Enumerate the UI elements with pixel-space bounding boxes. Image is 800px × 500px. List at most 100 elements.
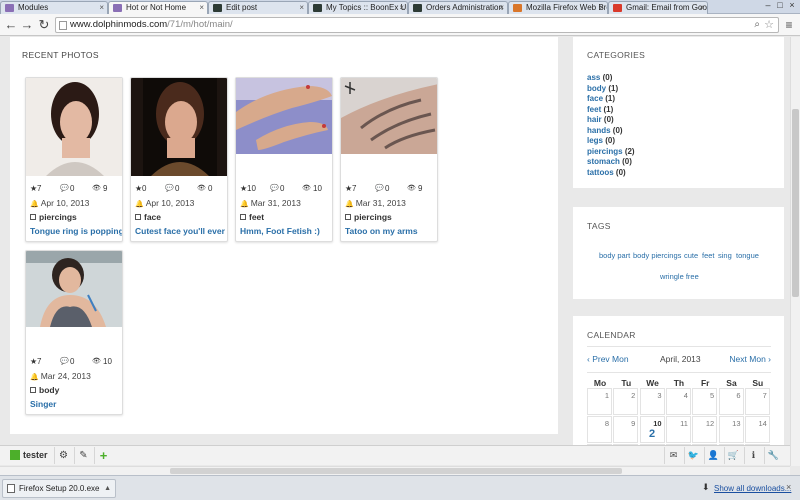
tab-close-icon[interactable]: ×	[499, 2, 504, 14]
tab-close-icon[interactable]: ×	[699, 2, 704, 14]
tag-link[interactable]: wringle free	[660, 272, 699, 281]
category-link[interactable]: hair (0)	[587, 115, 614, 124]
show-all-downloads-link[interactable]: Show all downloads...	[714, 484, 791, 493]
photo-title-link[interactable]: Singer	[30, 399, 122, 409]
settings-icon[interactable]: ⚙	[54, 447, 72, 464]
weekday-header: Fr	[700, 378, 710, 388]
reload-icon[interactable]: ↻	[36, 17, 52, 33]
category-link[interactable]: body (1)	[587, 84, 618, 93]
wrench-icon[interactable]: 🔧	[764, 447, 782, 464]
cart-icon[interactable]: 🛒	[724, 447, 742, 464]
browser-tab[interactable]: Gmail: Email from Goog ×	[608, 1, 708, 14]
calendar-day[interactable]: 11	[665, 416, 691, 443]
calendar-day[interactable]: 7	[744, 388, 770, 415]
comment-count: 0	[70, 184, 75, 193]
photo-thumbnail[interactable]	[341, 78, 437, 154]
bookmark-star-icon[interactable]: ☆	[764, 18, 774, 32]
calendar-day[interactable]: 4	[665, 388, 691, 415]
scrollbar-thumb[interactable]	[792, 109, 799, 297]
tab-close-icon[interactable]: ×	[99, 2, 104, 14]
photo-thumbnail[interactable]	[26, 251, 122, 327]
user-menu[interactable]: tester	[10, 450, 48, 460]
close-download-bar-icon[interactable]: ×	[786, 482, 791, 492]
twitter-icon[interactable]: 🐦	[684, 447, 702, 464]
user-icon[interactable]: 👤	[704, 447, 722, 464]
category-link[interactable]: hands (0)	[587, 126, 623, 135]
tag-link[interactable]: feet	[702, 251, 715, 260]
minimize-icon[interactable]: –	[762, 0, 774, 10]
add-icon[interactable]: +	[94, 447, 112, 464]
download-item[interactable]: Firefox Setup 20.0.exe ▲	[2, 479, 116, 498]
scrollbar-thumb[interactable]	[170, 468, 622, 474]
categories-panel: CATEGORIES ass (0) body (1) face (1) feet (…	[573, 37, 784, 188]
tag-link[interactable]: cute	[684, 251, 698, 260]
category-link[interactable]: legs (0)	[587, 136, 615, 145]
tab-close-icon[interactable]: ×	[399, 2, 404, 14]
photo-category[interactable]: piercings	[345, 212, 392, 222]
calendar-day[interactable]: 3	[639, 388, 665, 415]
calendar-day[interactable]: 1	[587, 388, 612, 415]
photo-thumbnail[interactable]	[236, 78, 332, 154]
photo-category[interactable]: face	[135, 212, 161, 222]
calendar-day[interactable]: 10 2	[639, 416, 665, 443]
vertical-scrollbar[interactable]	[790, 37, 800, 466]
caret-up-icon[interactable]: ▲	[104, 480, 111, 497]
category-link[interactable]: ass (0)	[587, 73, 612, 82]
photo-title-link[interactable]: Tatoo on my arms	[345, 226, 437, 236]
photo-category[interactable]: body	[30, 385, 59, 395]
category-name: legs	[587, 136, 604, 145]
photo-thumbnail[interactable]	[131, 78, 227, 176]
tab-favicon-icon	[613, 4, 622, 12]
window-close-icon[interactable]: ×	[786, 0, 798, 10]
tab-close-icon[interactable]: ×	[299, 2, 304, 14]
browser-tab[interactable]: Mozilla Firefox Web Bro ×	[508, 1, 608, 14]
tab-favicon-icon	[5, 4, 14, 12]
calendar-day[interactable]: 13	[718, 416, 744, 443]
info-icon[interactable]: ℹ	[744, 447, 762, 464]
back-icon[interactable]: ←	[3, 17, 19, 33]
browser-tab[interactable]: Orders Administration ×	[408, 1, 508, 14]
category-link[interactable]: piercings (2)	[587, 147, 635, 156]
event-count[interactable]: 2	[641, 428, 664, 440]
day-number: 6	[736, 391, 741, 400]
tag-link[interactable]: body part	[599, 251, 630, 260]
tag-link[interactable]: tongue	[736, 251, 759, 260]
address-bar[interactable]: www.dolphinmods.com/71/m/hot/main/ ⌕ ☆	[55, 17, 779, 33]
next-month-link[interactable]: Next Mon ›	[729, 354, 771, 364]
forward-icon[interactable]: →	[19, 17, 35, 33]
photo-category[interactable]: piercings	[30, 212, 77, 222]
tab-close-icon[interactable]: ×	[599, 2, 604, 14]
category-link[interactable]: tattoos (0)	[587, 168, 626, 177]
browser-tab[interactable]: My Topics :: BoonEx Uni ×	[308, 1, 408, 14]
category-label: face	[144, 212, 162, 222]
calendar-day[interactable]: 14	[744, 416, 770, 443]
weekday-header: Mo	[593, 378, 607, 388]
calendar-day[interactable]: 2	[613, 388, 639, 415]
browser-tab[interactable]: Edit post ×	[208, 1, 308, 14]
calendar-day[interactable]: 5	[692, 388, 718, 415]
tag-link[interactable]: sing	[718, 251, 732, 260]
category-link[interactable]: face (1)	[587, 94, 615, 103]
browser-menu-icon[interactable]: ≡	[782, 17, 796, 33]
calendar-day[interactable]: 12	[692, 416, 718, 443]
photo-title-link[interactable]: Tongue ring is popping	[30, 226, 122, 236]
prev-month-link[interactable]: ‹ Prev Mon	[587, 354, 629, 364]
zoom-icon[interactable]: ⌕	[754, 18, 760, 32]
browser-tab[interactable]: Modules ×	[0, 1, 108, 14]
photo-title-link[interactable]: Cutest face you'll ever s	[135, 226, 227, 236]
tab-close-icon[interactable]: ×	[199, 2, 204, 14]
photo-title-link[interactable]: Hmm, Foot Fetish :)	[240, 226, 332, 236]
browser-tab[interactable]: Hot or Not Home ×	[108, 1, 208, 15]
category-link[interactable]: stomach (0)	[587, 157, 632, 166]
calendar-day[interactable]: 9	[613, 416, 639, 443]
maximize-icon[interactable]: □	[774, 0, 786, 10]
horizontal-scrollbar[interactable]	[0, 466, 790, 475]
edit-icon[interactable]: ✎	[74, 447, 92, 464]
calendar-day[interactable]: 6	[718, 388, 744, 415]
photo-category[interactable]: feet	[240, 212, 264, 222]
tag-link[interactable]: body piercings	[633, 251, 681, 260]
calendar-day[interactable]: 8	[587, 416, 612, 443]
photo-thumbnail[interactable]	[26, 78, 122, 176]
category-link[interactable]: feet (1)	[587, 105, 613, 114]
mail-icon[interactable]: ✉	[664, 447, 682, 464]
